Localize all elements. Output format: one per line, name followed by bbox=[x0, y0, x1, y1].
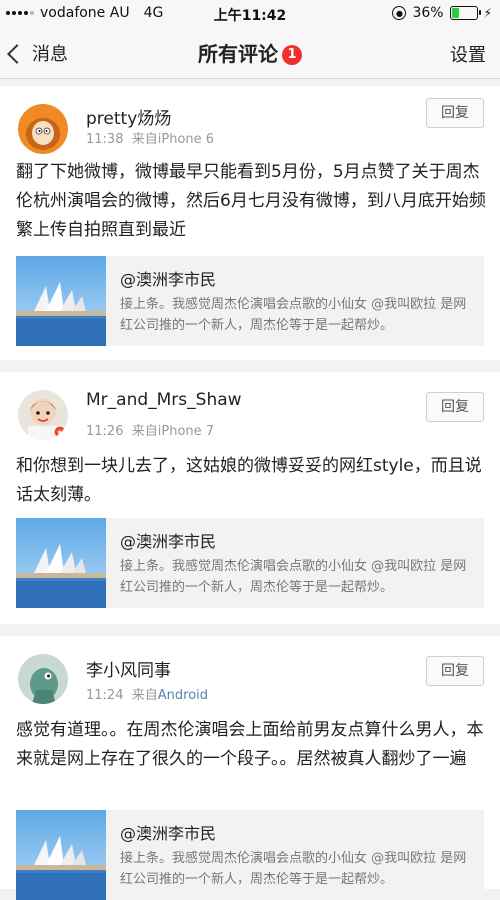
quoted-post[interactable]: @澳洲李市民 接上条。我感觉周杰伦演唱会点歌的小仙女 @我叫欧拉 是网红公司推的… bbox=[16, 256, 484, 346]
page-title: 所有评论 1 bbox=[0, 38, 500, 67]
unread-badge: 1 bbox=[282, 45, 302, 65]
source-device: iPhone 7 bbox=[157, 424, 215, 439]
username[interactable]: 李小风同事 bbox=[86, 656, 171, 681]
source-device[interactable]: Android bbox=[158, 688, 208, 703]
quoted-post[interactable]: @澳洲李市民 接上条。我感觉周杰伦演唱会点歌的小仙女 @我叫欧拉 是网红公司推的… bbox=[16, 518, 484, 608]
comment-text: 感觉有道理。。在周杰伦演唱会上面给前男友点算什么男人，本来就是网上存在了很久的一… bbox=[16, 720, 484, 769]
comment-meta: 11:26 来自iPhone 7 bbox=[86, 420, 214, 439]
comment-text: 翻了下她微博，微博最早只能看到5月份，5月点赞了关于周杰伦杭州演唱会的微博，然后… bbox=[16, 162, 486, 240]
rotation-lock-icon: ● bbox=[392, 6, 407, 20]
quoted-text: 接上条。我感觉周杰伦演唱会点歌的小仙女 @我叫欧拉 是网红公司推的一个新人，周杰… bbox=[120, 559, 467, 595]
comment-text: 和你想到一块儿去了，这姑娘的微博妥妥的网红style，而且说话太刻薄。 bbox=[16, 456, 482, 505]
comment-meta: 11:24 来自Android bbox=[86, 684, 208, 703]
avatar[interactable]: ★ bbox=[18, 390, 68, 440]
opera-house-thumbnail bbox=[16, 518, 106, 608]
reply-button[interactable]: 回复 bbox=[426, 392, 484, 422]
username[interactable]: pretty炀炀 bbox=[86, 104, 171, 129]
comment-card: ★ Mr_and_Mrs_Shaw 11:26 来自iPhone 7 回复 和你… bbox=[0, 372, 500, 624]
battery-percent: 36% bbox=[412, 5, 444, 21]
source-prefix: 来自 bbox=[131, 132, 158, 147]
avatar[interactable] bbox=[18, 104, 68, 154]
quoted-text: 接上条。我感觉周杰伦演唱会点歌的小仙女 @我叫欧拉 是网红公司推的一个新人，周杰… bbox=[120, 297, 467, 333]
opera-house-thumbnail bbox=[16, 810, 106, 900]
username[interactable]: Mr_and_Mrs_Shaw bbox=[86, 390, 242, 410]
comment-card: pretty炀炀 11:38 来自iPhone 6 回复 翻了下她微博，微博最早… bbox=[0, 86, 500, 360]
source-prefix: 来自 bbox=[131, 424, 158, 439]
quoted-text: 接上条。我感觉周杰伦演唱会点歌的小仙女 @我叫欧拉 是网红公司推的一个新人，周杰… bbox=[120, 851, 467, 887]
quoted-author: @澳洲李市民 bbox=[120, 270, 217, 289]
quoted-author: @澳洲李市民 bbox=[120, 824, 217, 843]
comment-time: 11:26 bbox=[86, 424, 124, 439]
comment-time: 11:24 bbox=[86, 688, 124, 703]
status-bar: vodafone AU 4G 上午11:42 ● 36% ⚡ bbox=[0, 0, 500, 28]
source-device: iPhone 6 bbox=[157, 132, 215, 147]
opera-house-thumbnail bbox=[16, 256, 106, 346]
avatar[interactable] bbox=[18, 654, 68, 704]
source-prefix: 来自 bbox=[131, 688, 158, 703]
settings-button[interactable]: 设置 bbox=[450, 41, 486, 67]
nav-bar: 消息 所有评论 1 设置 bbox=[0, 28, 500, 79]
comment-meta: 11:38 来自iPhone 6 bbox=[86, 128, 214, 147]
charging-icon: ⚡ bbox=[483, 6, 492, 20]
quoted-author: @澳洲李市民 bbox=[120, 532, 217, 551]
comment-card: 李小风同事 11:24 来自Android 回复 感觉有道理。。在周杰伦演唱会上… bbox=[0, 636, 500, 900]
reply-button[interactable]: 回复 bbox=[426, 656, 484, 686]
quoted-post[interactable]: @澳洲李市民 接上条。我感觉周杰伦演唱会点歌的小仙女 @我叫欧拉 是网红公司推的… bbox=[16, 810, 484, 900]
battery-icon bbox=[449, 6, 481, 20]
reply-button[interactable]: 回复 bbox=[426, 98, 484, 128]
page-title-text: 所有评论 bbox=[198, 42, 278, 66]
status-right: ● 36% ⚡ bbox=[392, 5, 492, 21]
comment-time: 11:38 bbox=[86, 132, 124, 147]
svg-text:★: ★ bbox=[56, 428, 63, 437]
